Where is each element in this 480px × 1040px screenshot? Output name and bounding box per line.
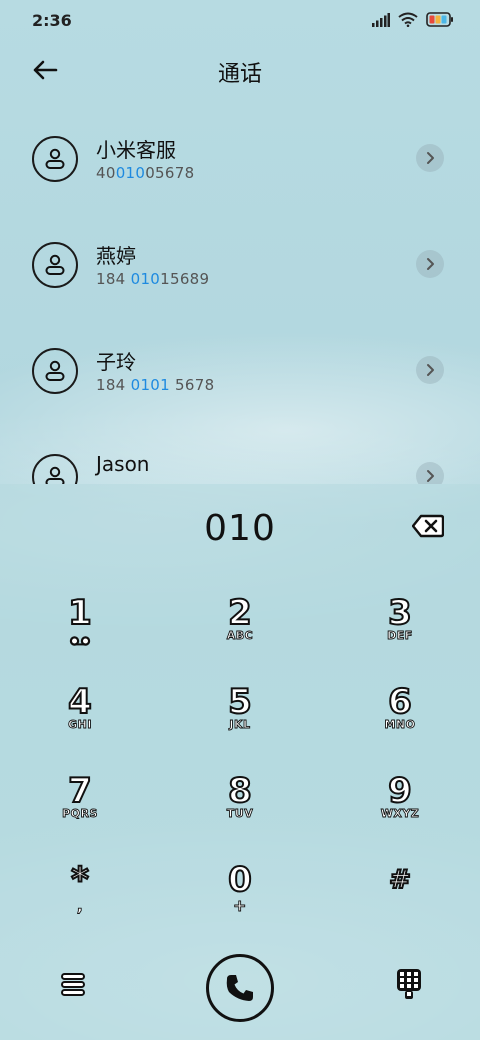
backspace-button[interactable] xyxy=(411,514,445,538)
match-highlight: 010 xyxy=(130,270,161,288)
dialpad-toggle-button[interactable] xyxy=(396,968,422,1000)
call-button[interactable] xyxy=(206,954,274,1022)
key-hash[interactable]: # xyxy=(320,861,480,949)
avatar xyxy=(32,348,78,394)
contact-detail-button[interactable] xyxy=(416,356,444,384)
voicemail-icon xyxy=(69,636,91,646)
key-8[interactable]: 8 TUV xyxy=(160,771,320,860)
key-5[interactable]: 5 JKL xyxy=(160,682,320,771)
signal-icon xyxy=(372,12,390,27)
contact-name: 燕婷 xyxy=(96,244,136,268)
person-icon xyxy=(45,466,65,484)
app-header: 通话 xyxy=(0,46,480,94)
key-4[interactable]: 4 GHI xyxy=(0,682,160,771)
key-3[interactable]: 3 DEF xyxy=(320,593,480,682)
contact-number: 184 0101 5678 xyxy=(96,376,215,394)
key-9[interactable]: 9 WXYZ xyxy=(320,771,480,860)
key-6[interactable]: 6 MNO xyxy=(320,682,480,771)
key-7[interactable]: 7 PQRS xyxy=(0,771,160,860)
chevron-right-icon xyxy=(427,152,434,164)
contact-detail-button[interactable] xyxy=(416,144,444,172)
avatar xyxy=(32,454,78,484)
page-title: 通话 xyxy=(217,62,262,87)
person-icon xyxy=(45,360,65,381)
dialed-number: 010 xyxy=(204,508,276,549)
status-time: 2:36 xyxy=(32,11,72,30)
match-highlight: 0101 xyxy=(130,376,170,394)
contact-detail-button[interactable] xyxy=(416,462,444,484)
backspace-icon xyxy=(411,514,445,538)
battery-icon xyxy=(426,12,453,27)
avatar xyxy=(32,242,78,288)
person-icon xyxy=(45,254,65,275)
key-1[interactable]: 1 xyxy=(0,593,160,682)
contact-name: 子玲 xyxy=(96,350,136,374)
contact-list[interactable]: 小米客服 4001005678 燕婷 184 01015689 子玲 184 0… xyxy=(0,104,480,484)
dialpad: 010 1 2 ABC 3 DEF 4 GHI 5 JKL 6 MNO 7 PQ… xyxy=(0,484,480,1040)
contact-row[interactable]: 燕婷 184 01015689 xyxy=(0,210,480,316)
dialpad-icon xyxy=(397,969,421,999)
key-star[interactable]: * , xyxy=(0,860,160,949)
key-2[interactable]: 2 ABC xyxy=(160,593,320,682)
contact-row[interactable]: Jason xyxy=(0,422,480,484)
person-icon xyxy=(45,148,65,169)
phone-icon xyxy=(226,975,253,1001)
menu-icon xyxy=(61,973,85,996)
contact-detail-button[interactable] xyxy=(416,250,444,278)
contact-name: Jason xyxy=(96,452,150,476)
contact-number: 4001005678 xyxy=(96,164,195,182)
chevron-right-icon xyxy=(427,470,434,482)
contact-row[interactable]: 子玲 184 0101 5678 xyxy=(0,316,480,422)
match-highlight: 010 xyxy=(115,164,146,182)
chevron-right-icon xyxy=(427,258,434,270)
status-icons xyxy=(372,12,454,27)
contact-row[interactable]: 小米客服 4001005678 xyxy=(0,104,480,210)
wifi-icon xyxy=(398,12,418,27)
avatar xyxy=(32,136,78,182)
contact-number: 184 01015689 xyxy=(96,270,210,288)
contact-name: 小米客服 xyxy=(96,138,176,162)
key-0[interactable]: 0 + xyxy=(160,860,320,949)
dialpad-actions xyxy=(0,954,480,1034)
chevron-right-icon xyxy=(427,364,434,376)
status-bar: 2:36 xyxy=(0,0,480,42)
menu-button[interactable] xyxy=(60,972,88,998)
